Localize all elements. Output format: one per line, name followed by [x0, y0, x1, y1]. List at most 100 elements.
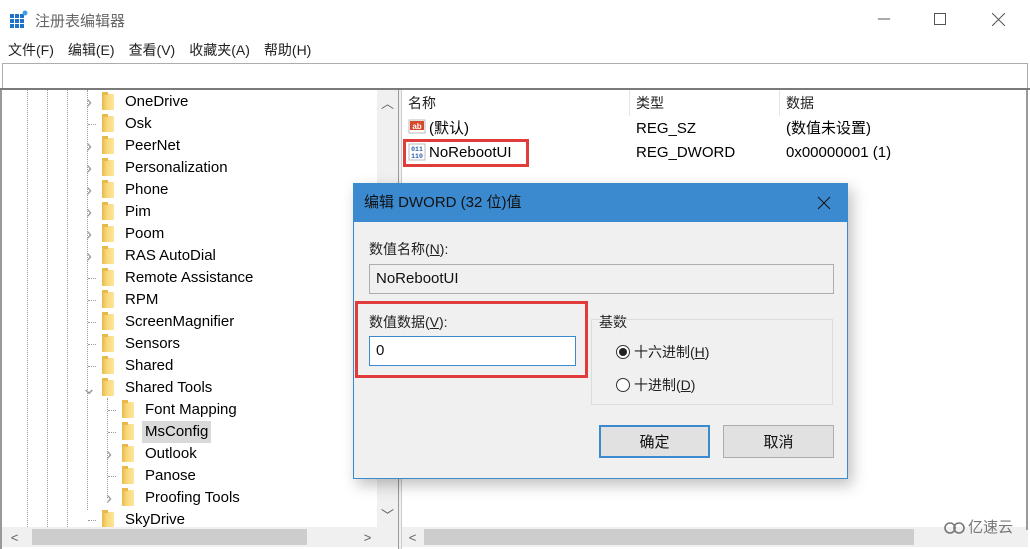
chevron-right-icon[interactable]: › — [82, 91, 96, 113]
scroll-thumb[interactable] — [424, 529, 914, 545]
tree-item[interactable]: RPM — [82, 289, 161, 311]
menu-edit[interactable]: 编辑(E) — [68, 38, 115, 62]
menu-file[interactable]: 文件(F) — [8, 38, 54, 62]
chevron-right-icon[interactable]: › — [102, 487, 116, 509]
window-title: 注册表编辑器 — [35, 13, 126, 30]
tree-item-label: Pim — [125, 203, 151, 220]
tree-item[interactable]: ⌄ Shared Tools — [81, 377, 215, 399]
scroll-left-icon[interactable]: < — [402, 527, 423, 547]
tree-connector — [82, 333, 96, 355]
tree-item[interactable]: Font Mapping — [102, 399, 240, 421]
column-data-header[interactable]: 数据 — [780, 90, 1028, 116]
tree-item-label: Remote Assistance — [125, 269, 254, 286]
maximize-button[interactable] — [916, 0, 964, 38]
cloud-logo-icon — [944, 521, 965, 534]
key-tree-pane: › OneDrive Osk › PeerNet › Personalization › Pho… — [0, 90, 398, 549]
chevron-right-icon[interactable]: › — [82, 201, 96, 223]
chevron-down-icon[interactable]: ⌄ — [81, 377, 96, 399]
value-data: 0x00000001 (1) — [786, 144, 892, 161]
menu-view[interactable]: 查看(V) — [129, 38, 176, 62]
tree-item[interactable]: Sensors — [82, 333, 183, 355]
folder-icon — [102, 378, 114, 396]
chevron-right-icon[interactable]: › — [82, 223, 96, 245]
tree-item[interactable]: › Pim — [82, 201, 154, 223]
folder-icon — [102, 114, 114, 132]
folder-icon — [102, 268, 114, 286]
chevron-right-icon[interactable]: › — [82, 179, 96, 201]
scroll-left-icon[interactable]: < — [4, 527, 25, 547]
tree-item[interactable]: › OneDrive — [82, 91, 191, 113]
folder-icon — [102, 224, 114, 242]
minimize-button[interactable] — [860, 0, 908, 38]
close-button[interactable] — [974, 0, 1022, 38]
tree-connector — [82, 267, 96, 289]
menu-help[interactable]: 帮助(H) — [264, 38, 311, 62]
edit-dword-dialog: 编辑 DWORD (32 位)值 数值名称(N): NoRebootUI 数值数… — [353, 183, 848, 479]
tree-item-label: OneDrive — [125, 93, 189, 110]
tree-item-label: MsConfig — [142, 421, 212, 443]
tree-item-label: ScreenMagnifier — [125, 313, 235, 330]
chevron-right-icon[interactable]: › — [82, 157, 96, 179]
tree-item[interactable]: › RAS AutoDial — [82, 245, 219, 267]
folder-icon — [122, 444, 134, 462]
tree-guide-line — [47, 90, 48, 527]
tree-connector — [82, 311, 96, 333]
chevron-right-icon[interactable]: › — [82, 245, 96, 267]
menu-favorites[interactable]: 收藏夹(A) — [189, 38, 250, 62]
tree-item[interactable]: › Phone — [82, 179, 171, 201]
scroll-right-icon[interactable]: > — [357, 527, 378, 547]
folder-icon — [102, 290, 114, 308]
tree-item-label: Shared — [125, 357, 174, 374]
tree-guide-line — [67, 90, 68, 527]
scroll-thumb[interactable] — [32, 529, 307, 545]
tree-horizontal-scrollbar[interactable]: < > — [2, 527, 398, 547]
close-icon — [991, 12, 1005, 26]
tree-item[interactable]: › Personalization — [82, 157, 231, 179]
radio-checked-icon[interactable] — [616, 345, 630, 359]
radio-decimal[interactable]: 十进制(D) — [616, 375, 695, 395]
tree-connector — [102, 465, 116, 487]
address-bar[interactable] — [2, 63, 1028, 89]
tree-item[interactable]: › Outlook — [102, 443, 200, 465]
dialog-close-button[interactable] — [809, 184, 839, 222]
tree-item[interactable]: Osk — [82, 113, 155, 135]
radio-hexadecimal[interactable]: 十六进制(H) — [616, 342, 709, 362]
folder-icon — [102, 180, 114, 198]
tree-item-label: Phone — [125, 181, 169, 198]
value-row[interactable]: ab (默认) REG_SZ (数值未设置) — [402, 117, 1028, 141]
tree-item[interactable]: › PeerNet — [82, 135, 183, 157]
folder-icon — [102, 158, 114, 176]
tree-item-label: RPM — [125, 291, 159, 308]
tree-item[interactable]: › Poom — [82, 223, 167, 245]
dialog-title: 编辑 DWORD (32 位)值 — [354, 184, 847, 222]
tree-item-label: PeerNet — [125, 137, 181, 154]
tree-item[interactable]: › Proofing Tools — [102, 487, 243, 509]
tree-item-label: Proofing Tools — [145, 489, 240, 506]
value-type: REG_SZ — [636, 120, 697, 137]
chevron-right-icon[interactable]: › — [102, 443, 116, 465]
tree-item[interactable]: Panose — [102, 465, 199, 487]
scroll-down-icon[interactable]: ﹀ — [377, 504, 398, 524]
folder-icon — [102, 202, 114, 220]
regedit-app-icon — [10, 10, 28, 28]
menu-bar: 文件(F) 编辑(E) 查看(V) 收藏夹(A) 帮助(H) — [0, 38, 1030, 62]
chevron-right-icon[interactable]: › — [82, 135, 96, 157]
column-type-header[interactable]: 类型 — [630, 90, 780, 116]
radio-unchecked-icon[interactable] — [616, 378, 630, 392]
cancel-button[interactable]: 取消 — [723, 425, 834, 458]
tree-item-label: Outlook — [145, 445, 197, 462]
tree-item[interactable]: Remote Assistance — [82, 267, 256, 289]
value-data-input[interactable]: 0 — [369, 336, 576, 366]
tree-item-label: Personalization — [125, 159, 228, 176]
list-horizontal-scrollbar[interactable]: < — [402, 527, 1028, 547]
title-bar: 注册表编辑器 — [0, 0, 1030, 38]
tree-item-label: Font Mapping — [145, 401, 237, 418]
tree-item[interactable]: Shared — [82, 355, 176, 377]
scroll-up-icon[interactable]: ︿ — [377, 92, 398, 112]
tree-item[interactable]: ScreenMagnifier — [82, 311, 237, 333]
window-border — [1026, 90, 1028, 530]
column-name-header[interactable]: 名称 — [402, 90, 630, 116]
folder-icon — [102, 510, 114, 528]
tree-item[interactable]: MsConfig — [102, 421, 212, 443]
ok-button[interactable]: 确定 — [599, 425, 710, 458]
